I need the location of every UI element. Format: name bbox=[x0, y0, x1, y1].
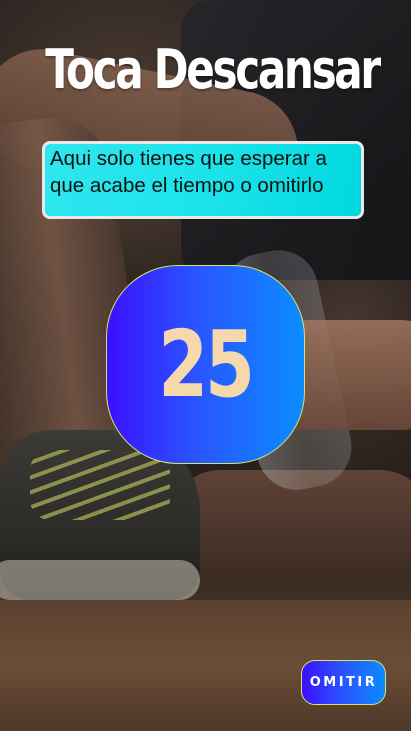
sneaker-sole-shape bbox=[0, 560, 200, 600]
page-title: Toca Descansar bbox=[45, 38, 381, 101]
info-text: Aqui solo tienes que esperar a que acabe… bbox=[50, 147, 327, 197]
sneaker-laces-shape bbox=[30, 450, 170, 520]
info-box: Aqui solo tienes que esperar a que acabe… bbox=[42, 141, 364, 219]
rest-timer[interactable]: 25 bbox=[106, 265, 305, 464]
skip-button-label: OMITIR bbox=[309, 675, 378, 690]
timer-value: 25 bbox=[158, 311, 256, 418]
skip-button[interactable]: OMITIR bbox=[301, 660, 386, 705]
